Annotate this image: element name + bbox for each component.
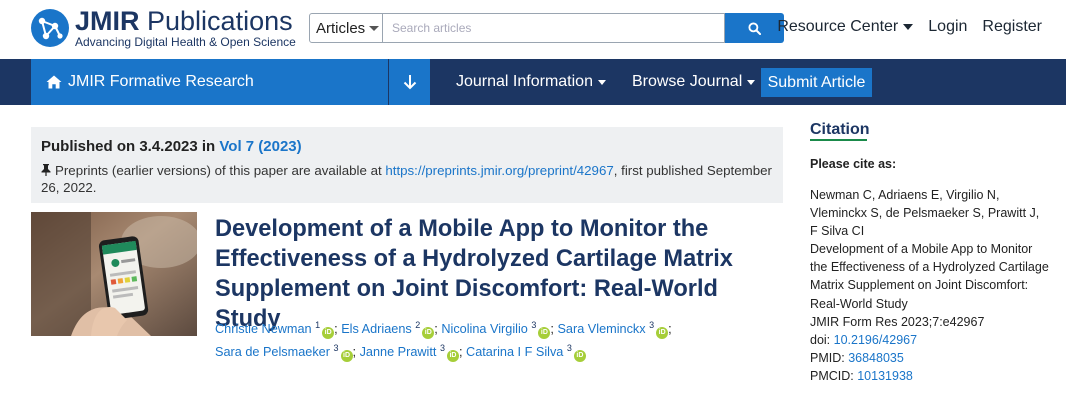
nav-links: Journal Information Browse Journal: [456, 59, 756, 105]
pmcid-label: PMCID:: [810, 368, 858, 383]
author: Catarina I F Silva 3iD: [466, 343, 586, 363]
author: Christie Newman 1iD;: [215, 320, 338, 340]
login-link[interactable]: Login: [928, 18, 967, 36]
author-name-link[interactable]: Janne Prawitt: [360, 345, 437, 359]
journal-menu-toggle[interactable]: [389, 59, 430, 105]
doi-link[interactable]: 10.2196/42967: [834, 333, 917, 347]
citation-text: Newman C, Adriaens E, Virgilio N, Vlemin…: [810, 186, 1050, 385]
citation-authors: Newman C, Adriaens E, Virgilio N, Vlemin…: [810, 188, 1040, 239]
top-links: Resource Center Login Register: [777, 18, 1042, 36]
brand-name[interactable]: JMIR Publications: [75, 7, 296, 35]
citation-doi: doi: 10.2196/42967: [810, 331, 1050, 349]
orcid-icon[interactable]: iD: [656, 327, 669, 340]
affiliation-number: 1: [315, 320, 321, 330]
resource-center-label: Resource Center: [777, 18, 899, 35]
separator: ;: [434, 322, 438, 337]
pmid-label: PMID:: [810, 350, 849, 365]
author-name-link[interactable]: Sara Vleminckx: [557, 322, 645, 336]
home-icon: [46, 75, 62, 89]
author: Sara de Pelsmaeker 3iD;: [215, 343, 357, 363]
arrow-down-icon: [403, 75, 416, 90]
separator: ;: [334, 322, 338, 337]
author: Sara Vleminckx 3iD;: [557, 320, 672, 340]
orcid-icon[interactable]: iD: [446, 350, 459, 363]
affiliation-number: 3: [649, 320, 655, 330]
search-scope-value: Articles: [316, 19, 366, 37]
brand-name-rest: Publications: [139, 6, 293, 36]
citation-heading-underline: [810, 139, 867, 141]
volume-link[interactable]: Vol 7 (2023): [219, 138, 301, 155]
pmcid-link[interactable]: 10131938: [857, 369, 913, 383]
affiliation-number: 3: [566, 343, 572, 354]
journal-information-menu[interactable]: Journal Information: [456, 73, 606, 91]
orcid-icon[interactable]: iD: [322, 327, 335, 340]
chevron-down-icon: [369, 25, 380, 31]
author: Janne Prawitt 3iD;: [360, 343, 463, 363]
affiliation-number: 3: [333, 343, 339, 354]
citation-pmid: PMID: 36848035: [810, 349, 1050, 367]
search-input[interactable]: [383, 13, 725, 43]
author-name-link[interactable]: Christie Newman: [215, 322, 312, 336]
author-list: Christie Newman 1iD; Els Adriaens 2iD; N…: [215, 316, 775, 363]
article-thumbnail[interactable]: [31, 212, 197, 336]
preprint-link[interactable]: https://preprints.jmir.org/preprint/4296…: [385, 163, 613, 178]
citation-title: Development of a Mobile App to Monitor t…: [810, 242, 1049, 311]
journal-information-label: Journal Information: [456, 73, 593, 90]
published-date: Published on 3.4.2023 in: [41, 138, 220, 155]
separator: ;: [458, 345, 463, 360]
journal-name: JMIR Formative Research: [68, 73, 254, 90]
pmid-link[interactable]: 36848035: [848, 351, 904, 365]
author: Els Adriaens 2iD;: [341, 320, 438, 340]
chevron-down-icon: [903, 24, 914, 30]
citation-journal-ref: JMIR Form Res 2023;7:e42967: [810, 314, 985, 329]
site-header: JMIR Publications Advancing Digital Heal…: [0, 0, 1066, 59]
author-name-link[interactable]: Nicolina Virgilio: [441, 322, 528, 336]
affiliation-number: 3: [439, 343, 445, 354]
separator: ;: [352, 345, 357, 360]
orcid-icon[interactable]: iD: [422, 327, 435, 340]
author-name-link[interactable]: Catarina I F Silva: [466, 345, 563, 359]
published-line: Published on 3.4.2023 in Vol 7 (2023): [41, 138, 302, 155]
brand-block[interactable]: JMIR Publications Advancing Digital Heal…: [75, 7, 296, 50]
separator: ;: [550, 322, 554, 337]
citation-heading: Citation: [810, 121, 870, 138]
pushpin-icon: [41, 164, 52, 180]
chevron-down-icon: [747, 79, 756, 85]
orcid-icon[interactable]: iD: [538, 327, 551, 340]
journal-home-link[interactable]: JMIR Formative Research: [31, 59, 388, 105]
register-link[interactable]: Register: [982, 18, 1042, 36]
preprint-notice: Preprints (earlier versions) of this pap…: [41, 163, 776, 196]
doi-label: doi:: [810, 332, 834, 347]
brand-tagline: Advancing Digital Health & Open Science: [75, 35, 296, 49]
author: Nicolina Virgilio 3iD;: [441, 320, 554, 340]
citation-pmcid: PMCID: 10131938: [810, 367, 1050, 385]
resource-center-link[interactable]: Resource Center: [777, 18, 914, 36]
jmir-network-logo-icon[interactable]: [31, 9, 69, 47]
affiliation-number: 2: [415, 320, 421, 330]
browse-journal-menu[interactable]: Browse Journal: [631, 73, 756, 91]
author-name-link[interactable]: Els Adriaens: [341, 322, 412, 336]
author-name-link[interactable]: Sara de Pelsmaeker: [215, 345, 330, 359]
search-icon: [748, 21, 761, 35]
submit-article-button[interactable]: Submit Article: [761, 68, 872, 97]
affiliation-number: 3: [531, 320, 537, 330]
search-button[interactable]: [725, 13, 784, 43]
search-scope-select[interactable]: Articles: [309, 13, 383, 43]
main-nav: JMIR Formative Research Journal Informat…: [0, 59, 1066, 105]
chevron-down-icon: [597, 79, 606, 85]
publication-info-box: Published on 3.4.2023 in Vol 7 (2023) Pr…: [31, 127, 783, 203]
search-bar: Articles: [309, 13, 784, 43]
separator: ;: [668, 322, 672, 337]
orcid-icon[interactable]: iD: [573, 350, 586, 363]
preprint-text: Preprints (earlier versions) of this pap…: [55, 163, 386, 178]
orcid-icon[interactable]: iD: [340, 350, 353, 363]
please-cite-label: Please cite as:: [810, 157, 897, 171]
brand-name-bold: JMIR: [75, 6, 140, 36]
browse-journal-label: Browse Journal: [631, 73, 743, 90]
